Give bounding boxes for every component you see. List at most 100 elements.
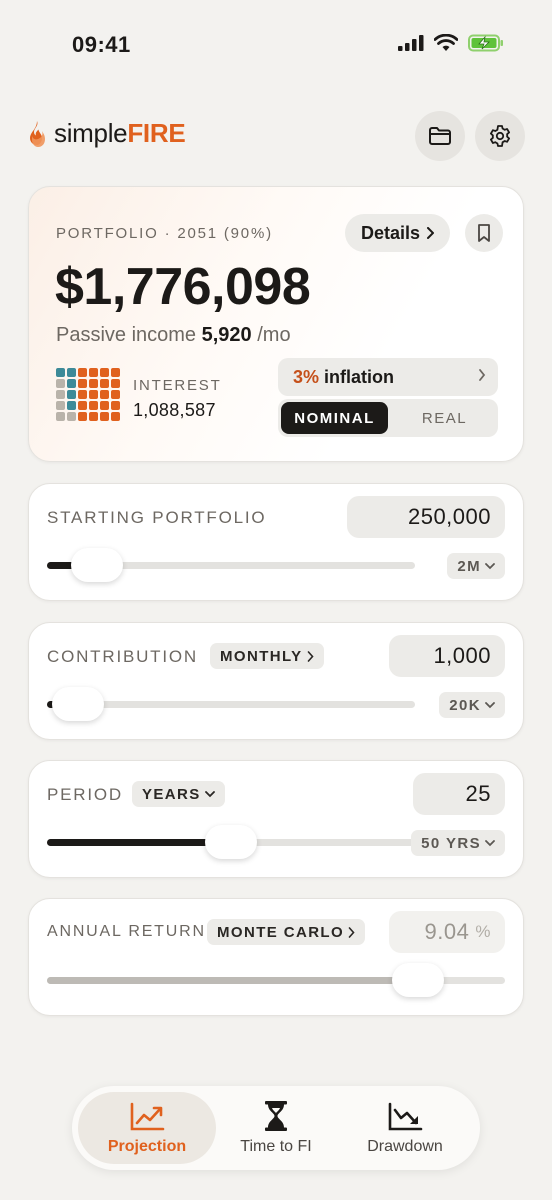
period-label: PERIOD: [47, 785, 123, 804]
contribution-input[interactable]: 1,000: [389, 635, 505, 677]
allocation-square: [89, 368, 98, 377]
cellular-signal-icon: [398, 35, 424, 51]
bookmark-icon: [478, 224, 490, 242]
chart-up-icon: [130, 1102, 165, 1131]
hourglass-icon: [265, 1101, 287, 1131]
tab-time-to-fi[interactable]: Time to FI: [207, 1092, 345, 1164]
battery-charging-icon: [468, 34, 503, 52]
chevron-down-icon: [485, 839, 495, 846]
starting-portfolio-card: STARTING PORTFOLIO 250,000 2M: [28, 483, 524, 601]
allocation-square: [89, 401, 98, 410]
contribution-range-select[interactable]: 20K: [439, 692, 505, 718]
contribution-card: CONTRIBUTION MONTHLY 1,000 20K: [28, 622, 524, 740]
allocation-square: [89, 379, 98, 388]
allocation-square: [78, 379, 87, 388]
app-logo: simpleFIRE: [26, 118, 186, 149]
slider-fill: [47, 839, 231, 846]
annual-return-card: ANNUAL RETURN MONTE CARLO 9.04%: [28, 898, 524, 1016]
details-button[interactable]: Details: [345, 214, 451, 252]
allocation-square: [100, 401, 109, 410]
allocation-square: [100, 412, 109, 421]
allocation-square: [56, 368, 65, 377]
interest-label: INTEREST: [133, 377, 222, 394]
allocation-square: [111, 412, 120, 421]
interest-value: 1,088,587: [133, 400, 216, 420]
inflation-percent: 3%: [293, 366, 320, 387]
allocation-square: [100, 390, 109, 399]
portfolio-year-label: PORTFOLIO · 2051 (90%): [56, 225, 273, 242]
allocation-square: [89, 390, 98, 399]
allocation-square: [67, 390, 76, 399]
inflation-button[interactable]: 3% inflation: [278, 358, 498, 396]
app-name: simpleFIRE: [54, 118, 186, 148]
starting-portfolio-range-select[interactable]: 2M: [447, 553, 505, 579]
contribution-slider[interactable]: [47, 687, 415, 721]
slider-thumb: [391, 963, 444, 997]
settings-button[interactable]: [475, 111, 525, 161]
slider-thumb[interactable]: [205, 825, 257, 859]
open-folder-button[interactable]: [415, 111, 465, 161]
period-slider[interactable]: [47, 825, 415, 859]
allocation-square: [89, 412, 98, 421]
allocation-square: [111, 390, 120, 399]
passive-income-amount: 5,920: [201, 324, 252, 346]
allocation-square: [56, 401, 65, 410]
nominal-real-toggle: NOMINAL REAL: [278, 399, 498, 437]
allocation-square: [67, 412, 76, 421]
starting-portfolio-input[interactable]: 250,000: [347, 496, 505, 538]
bookmark-button[interactable]: [465, 214, 503, 252]
contribution-label: CONTRIBUTION: [47, 647, 198, 666]
allocation-square: [111, 368, 120, 377]
annual-return-label: ANNUAL RETURN: [47, 923, 206, 940]
allocation-square: [67, 401, 76, 410]
allocation-square: [78, 412, 87, 421]
gear-icon: [490, 125, 510, 147]
status-icons: [398, 34, 504, 52]
chevron-right-icon: [348, 926, 355, 938]
allocation-square: [67, 368, 76, 377]
return-model-chip[interactable]: MONTE CARLO: [207, 919, 366, 945]
slider-fill: [47, 977, 418, 984]
real-option[interactable]: REAL: [391, 399, 498, 437]
starting-portfolio-label: STARTING PORTFOLIO: [47, 508, 267, 527]
passive-income: Passive income 5,920 /mo: [56, 324, 291, 346]
flame-icon: [30, 120, 45, 147]
tab-projection[interactable]: Projection: [78, 1092, 216, 1164]
allocation-square: [78, 401, 87, 410]
period-range-select[interactable]: 50 YRS: [411, 830, 505, 856]
nominal-option[interactable]: NOMINAL: [281, 402, 388, 434]
chevron-down-icon: [485, 562, 495, 569]
annual-return-slider: [47, 963, 505, 997]
chevron-right-icon: [307, 650, 314, 662]
annual-return-input: 9.04%: [389, 911, 505, 953]
allocation-square: [111, 401, 120, 410]
portfolio-summary-card: PORTFOLIO · 2051 (90%) Details $1,776,09…: [28, 186, 524, 462]
starting-portfolio-slider[interactable]: [47, 548, 415, 582]
period-card: PERIOD YEARS 25 50 YRS: [28, 760, 524, 878]
slider-thumb[interactable]: [52, 687, 105, 721]
chevron-right-icon: [427, 227, 435, 239]
portfolio-value: $1,776,098: [55, 258, 311, 316]
allocation-square: [56, 379, 65, 388]
allocation-square: [56, 412, 65, 421]
allocation-square: [67, 379, 76, 388]
allocation-square: [100, 368, 109, 377]
chevron-right-icon: [479, 369, 486, 381]
slider-thumb[interactable]: [70, 548, 123, 582]
bottom-tab-bar: Projection Time to FI Drawdown: [72, 1086, 480, 1170]
allocation-square: [111, 379, 120, 388]
allocation-square: [78, 368, 87, 377]
tab-drawdown[interactable]: Drawdown: [336, 1092, 474, 1164]
allocation-square: [56, 390, 65, 399]
inflation-label: inflation: [324, 366, 395, 387]
status-time: 09:41: [72, 32, 131, 57]
allocation-square: [78, 390, 87, 399]
status-bar: 09:41: [0, 0, 552, 90]
period-input[interactable]: 25: [413, 773, 505, 815]
period-unit-select[interactable]: YEARS: [132, 781, 225, 807]
chevron-down-icon: [485, 701, 495, 708]
chevron-down-icon: [204, 790, 215, 797]
allocation-grid-icon: [56, 368, 120, 421]
wifi-icon: [434, 34, 458, 51]
contribution-frequency-chip[interactable]: MONTHLY: [210, 643, 324, 669]
